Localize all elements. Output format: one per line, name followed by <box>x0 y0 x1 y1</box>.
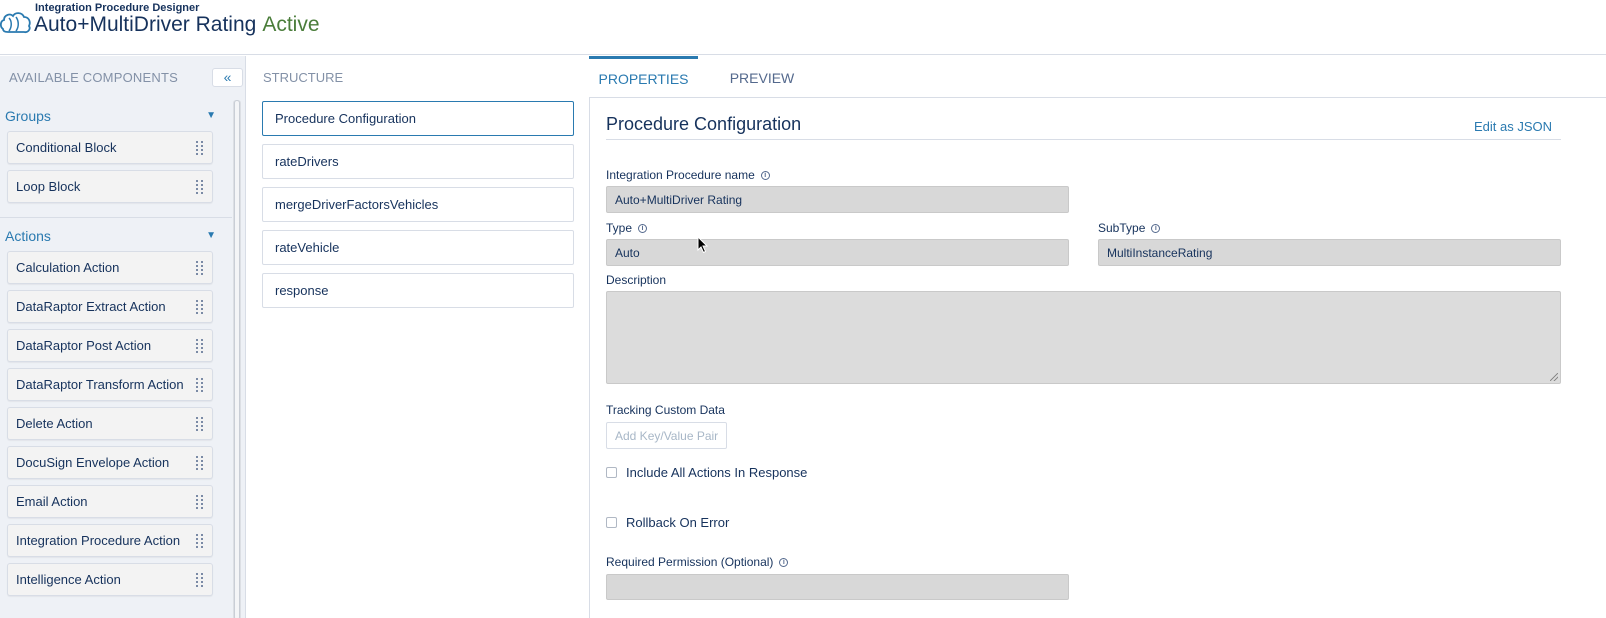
properties-area: PROPERTIES PREVIEW Procedure Configurati… <box>589 56 1606 618</box>
component-dataraptor-extract-action[interactable]: DataRaptor Extract Action <box>7 290 213 323</box>
component-docusign-envelope-action[interactable]: DocuSign Envelope Action <box>7 446 213 479</box>
app-header: Integration Procedure Designer Auto+Mult… <box>0 0 1606 55</box>
panel-heading: AVAILABLE COMPONENTS <box>9 70 178 85</box>
step-procedure-configuration[interactable]: Procedure Configuration <box>262 101 574 136</box>
drag-handle-icon[interactable] <box>196 260 204 275</box>
procedure-name-input[interactable]: Auto+MultiDriver Rating <box>606 186 1069 213</box>
properties-title: Procedure Configuration <box>606 114 802 134</box>
status-label: Active <box>262 13 320 36</box>
info-icon[interactable]: i <box>760 170 770 180</box>
checkbox-box[interactable] <box>606 517 617 528</box>
section-divider <box>0 217 232 218</box>
required-permission-input[interactable] <box>606 574 1069 600</box>
tab-properties[interactable]: PROPERTIES <box>589 56 698 98</box>
component-label: DocuSign Envelope Action <box>16 455 170 470</box>
structure-panel: STRUCTURE Procedure Configuration rateDr… <box>247 56 589 618</box>
checkbox-box[interactable] <box>606 467 617 478</box>
structure-heading: STRUCTURE <box>263 70 344 85</box>
checkbox-label: Rollback On Error <box>626 515 730 530</box>
component-conditional-block[interactable]: Conditional Block <box>7 131 213 164</box>
procedure-name: Auto+MultiDriver Rating <box>34 13 257 36</box>
scrollbar-thumb[interactable] <box>234 100 240 618</box>
tab-preview[interactable]: PREVIEW <box>716 56 808 98</box>
component-integration-procedure-action[interactable]: Integration Procedure Action <box>7 524 213 557</box>
type-field-label: Type i <box>606 221 648 235</box>
caret-down-icon[interactable]: ▼ <box>206 110 216 121</box>
subtype-field-label: SubType i <box>1098 221 1161 235</box>
component-delete-action[interactable]: Delete Action <box>7 407 213 440</box>
component-label: Email Action <box>16 494 88 509</box>
info-icon[interactable]: i <box>1151 223 1161 233</box>
tab-bar: PROPERTIES PREVIEW <box>589 56 1606 98</box>
drag-handle-icon[interactable] <box>196 299 204 314</box>
caret-down-icon[interactable]: ▼ <box>206 230 216 241</box>
structure-steps: Procedure Configuration rateDrivers merg… <box>262 101 574 316</box>
info-icon[interactable]: i <box>779 557 789 567</box>
component-loop-block[interactable]: Loop Block <box>7 170 213 203</box>
drag-handle-icon[interactable] <box>196 494 204 509</box>
component-dataraptor-transform-action[interactable]: DataRaptor Transform Action <box>7 368 213 401</box>
drag-handle-icon[interactable] <box>196 179 204 194</box>
groups-section-title: Groups <box>5 107 51 124</box>
step-merge-driver-factors-vehicles[interactable]: mergeDriverFactorsVehicles <box>262 187 574 222</box>
info-icon[interactable]: i <box>638 223 648 233</box>
subtype-input[interactable]: MultiInstanceRating <box>1098 239 1561 266</box>
title-divider <box>606 139 1561 140</box>
required-permission-label: Required Permission (Optional) i <box>606 555 789 569</box>
component-label: Calculation Action <box>16 260 120 275</box>
step-rate-drivers[interactable]: rateDrivers <box>262 144 574 179</box>
component-label: Conditional Block <box>16 140 117 155</box>
description-textarea[interactable] <box>606 291 1561 384</box>
drag-handle-icon[interactable] <box>196 338 204 353</box>
include-all-actions-checkbox[interactable]: Include All Actions In Response <box>606 465 807 480</box>
resize-handle-icon[interactable] <box>1550 373 1558 381</box>
type-label-text: Type <box>606 221 633 235</box>
components-scrollbar[interactable] <box>233 100 241 618</box>
name-label-text: Integration Procedure name <box>606 168 755 182</box>
add-key-value-pair-input[interactable]: Add Key/Value Pair <box>606 422 728 449</box>
component-label: DataRaptor Transform Action <box>16 377 184 392</box>
component-label: Intelligence Action <box>16 572 121 587</box>
step-response[interactable]: response <box>262 273 574 308</box>
component-label: DataRaptor Extract Action <box>16 299 166 314</box>
drag-handle-icon[interactable] <box>196 572 204 587</box>
drag-handle-icon[interactable] <box>196 455 204 470</box>
type-input[interactable]: Auto <box>606 239 1069 266</box>
properties-panel: Procedure Configuration Edit as JSON Int… <box>589 98 1606 618</box>
component-email-action[interactable]: Email Action <box>7 485 213 518</box>
checkbox-label: Include All Actions In Response <box>626 465 808 480</box>
page-title: Auto+MultiDriver Rating Active <box>34 13 320 37</box>
drag-handle-icon[interactable] <box>196 533 204 548</box>
tracking-custom-data-label: Tracking Custom Data <box>606 403 725 417</box>
step-rate-vehicle[interactable]: rateVehicle <box>262 230 574 265</box>
actions-section-header[interactable]: Actions ▼ <box>0 220 232 251</box>
description-label: Description <box>606 273 667 287</box>
subtype-label-text: SubType <box>1098 221 1146 235</box>
component-dataraptor-post-action[interactable]: DataRaptor Post Action <box>7 329 213 362</box>
groups-section-header[interactable]: Groups ▼ <box>0 100 232 131</box>
permission-label-text: Required Permission (Optional) <box>606 555 774 569</box>
component-label: Loop Block <box>16 179 81 194</box>
actions-section-title: Actions <box>5 227 51 244</box>
component-label: Delete Action <box>16 416 93 431</box>
edit-as-json-link[interactable]: Edit as JSON <box>1474 119 1552 134</box>
component-label: DataRaptor Post Action <box>16 338 152 353</box>
available-components-panel: AVAILABLE COMPONENTS « Groups ▼ Conditio… <box>0 56 246 618</box>
cloud-logo-icon <box>0 12 31 34</box>
drag-handle-icon[interactable] <box>196 377 204 392</box>
drag-handle-icon[interactable] <box>196 416 204 431</box>
mouse-cursor-icon <box>697 236 709 254</box>
collapse-panel-button[interactable]: « <box>212 68 243 87</box>
drag-handle-icon[interactable] <box>196 140 204 155</box>
rollback-on-error-checkbox[interactable]: Rollback On Error <box>606 515 729 530</box>
component-intelligence-action[interactable]: Intelligence Action <box>7 563 213 596</box>
name-field-label: Integration Procedure name i <box>606 168 770 182</box>
component-list: Groups ▼ Conditional Block Loop Block Ac… <box>0 100 232 602</box>
component-calculation-action[interactable]: Calculation Action <box>7 251 213 284</box>
component-label: Integration Procedure Action <box>16 533 181 548</box>
